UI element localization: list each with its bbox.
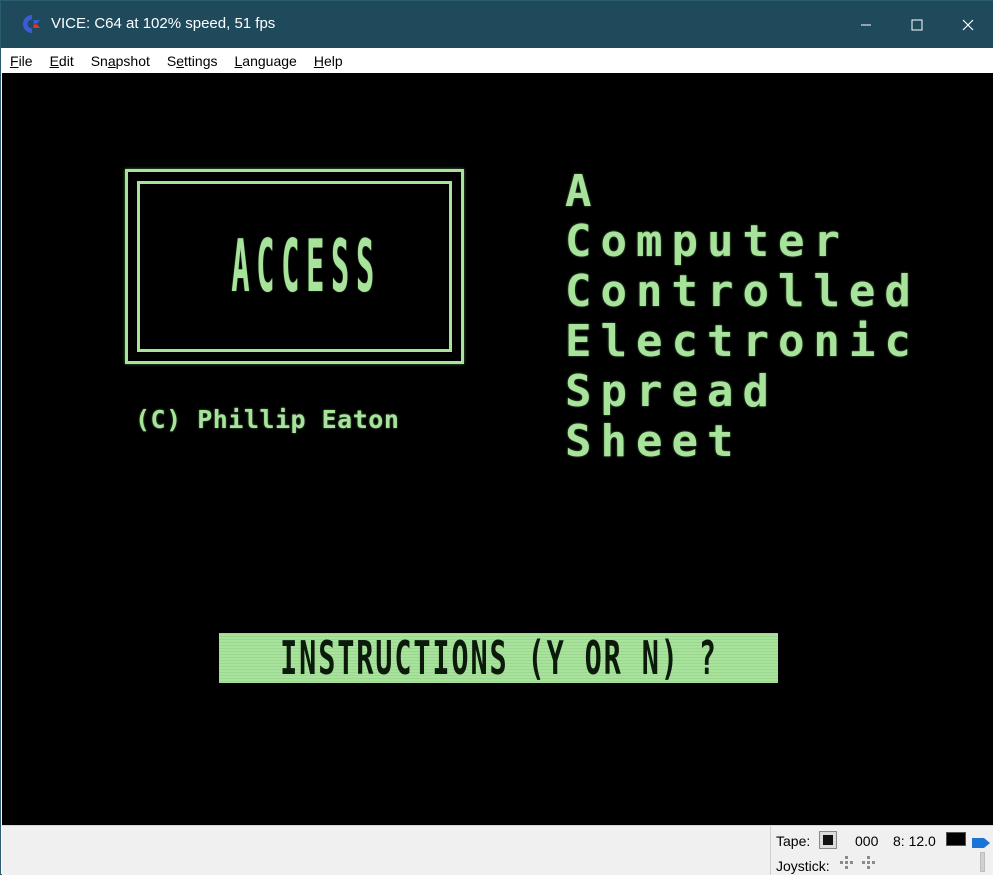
menu-language[interactable]: Language — [235, 53, 297, 69]
acronym-line: Computer — [565, 216, 849, 267]
access-logo-text: ACCESS — [231, 224, 381, 308]
acronym-line: A — [565, 166, 601, 217]
instructions-prompt: INSTRUCTIONS (Y OR N) ? — [219, 631, 778, 685]
volume-slider[interactable] — [980, 852, 985, 872]
menu-edit[interactable]: Edit — [50, 53, 74, 69]
menu-file[interactable]: File — [10, 53, 33, 69]
acronym-line: Controlled — [565, 266, 920, 317]
drive-status: 8: 12.0 — [893, 833, 936, 849]
maximize-button[interactable] — [892, 1, 942, 48]
acronym-line: Electronic — [565, 316, 920, 367]
menu-settings[interactable]: Settings — [167, 53, 218, 69]
stop-icon — [823, 835, 833, 845]
instructions-prompt-text: INSTRUCTIONS (Y OR N) ? — [279, 631, 718, 685]
status-divider — [770, 826, 771, 875]
vice-window: VICE: C64 at 102% speed, 51 fps File Edi… — [0, 0, 993, 875]
tape-label: Tape: — [776, 833, 811, 849]
minimize-icon — [861, 24, 871, 25]
status-bar: Tape: 000 8: 12.0 Joystick: — [2, 825, 993, 875]
title-bar[interactable]: VICE: C64 at 102% speed, 51 fps — [1, 1, 993, 48]
maximize-icon — [911, 19, 923, 30]
access-logo-inner-frame: ACCESS — [137, 181, 452, 352]
close-icon — [962, 19, 974, 30]
tape-stop-button[interactable] — [819, 831, 837, 849]
access-logo-frame: ACCESS — [125, 169, 464, 364]
joystick-port-2-icon — [862, 856, 876, 870]
joystick-label: Joystick: — [776, 858, 830, 874]
tape-counter: 000 — [855, 833, 879, 849]
menu-help[interactable]: Help — [314, 53, 343, 69]
menu-snapshot[interactable]: Snapshot — [91, 53, 150, 69]
menu-bar: File Edit Snapshot Settings Language Hel… — [2, 48, 993, 73]
joystick-port-1-icon — [840, 856, 854, 870]
acronym-line: Spread — [565, 366, 778, 417]
copyright-text: (C) Phillip Eaton — [135, 405, 400, 434]
acronym-line: Sheet — [565, 416, 743, 467]
volume-icon[interactable] — [972, 836, 992, 850]
commodore-logo-icon — [23, 15, 40, 33]
emulator-screen[interactable]: ACCESS (C) Phillip Eaton A Computer Cont… — [2, 73, 993, 825]
minimize-button[interactable] — [841, 1, 891, 48]
drive-led-indicator — [946, 832, 966, 846]
acronym-list: A Computer Controlled Electronic Spread … — [565, 167, 920, 467]
close-button[interactable] — [943, 1, 993, 48]
window-title: VICE: C64 at 102% speed, 51 fps — [51, 15, 276, 32]
